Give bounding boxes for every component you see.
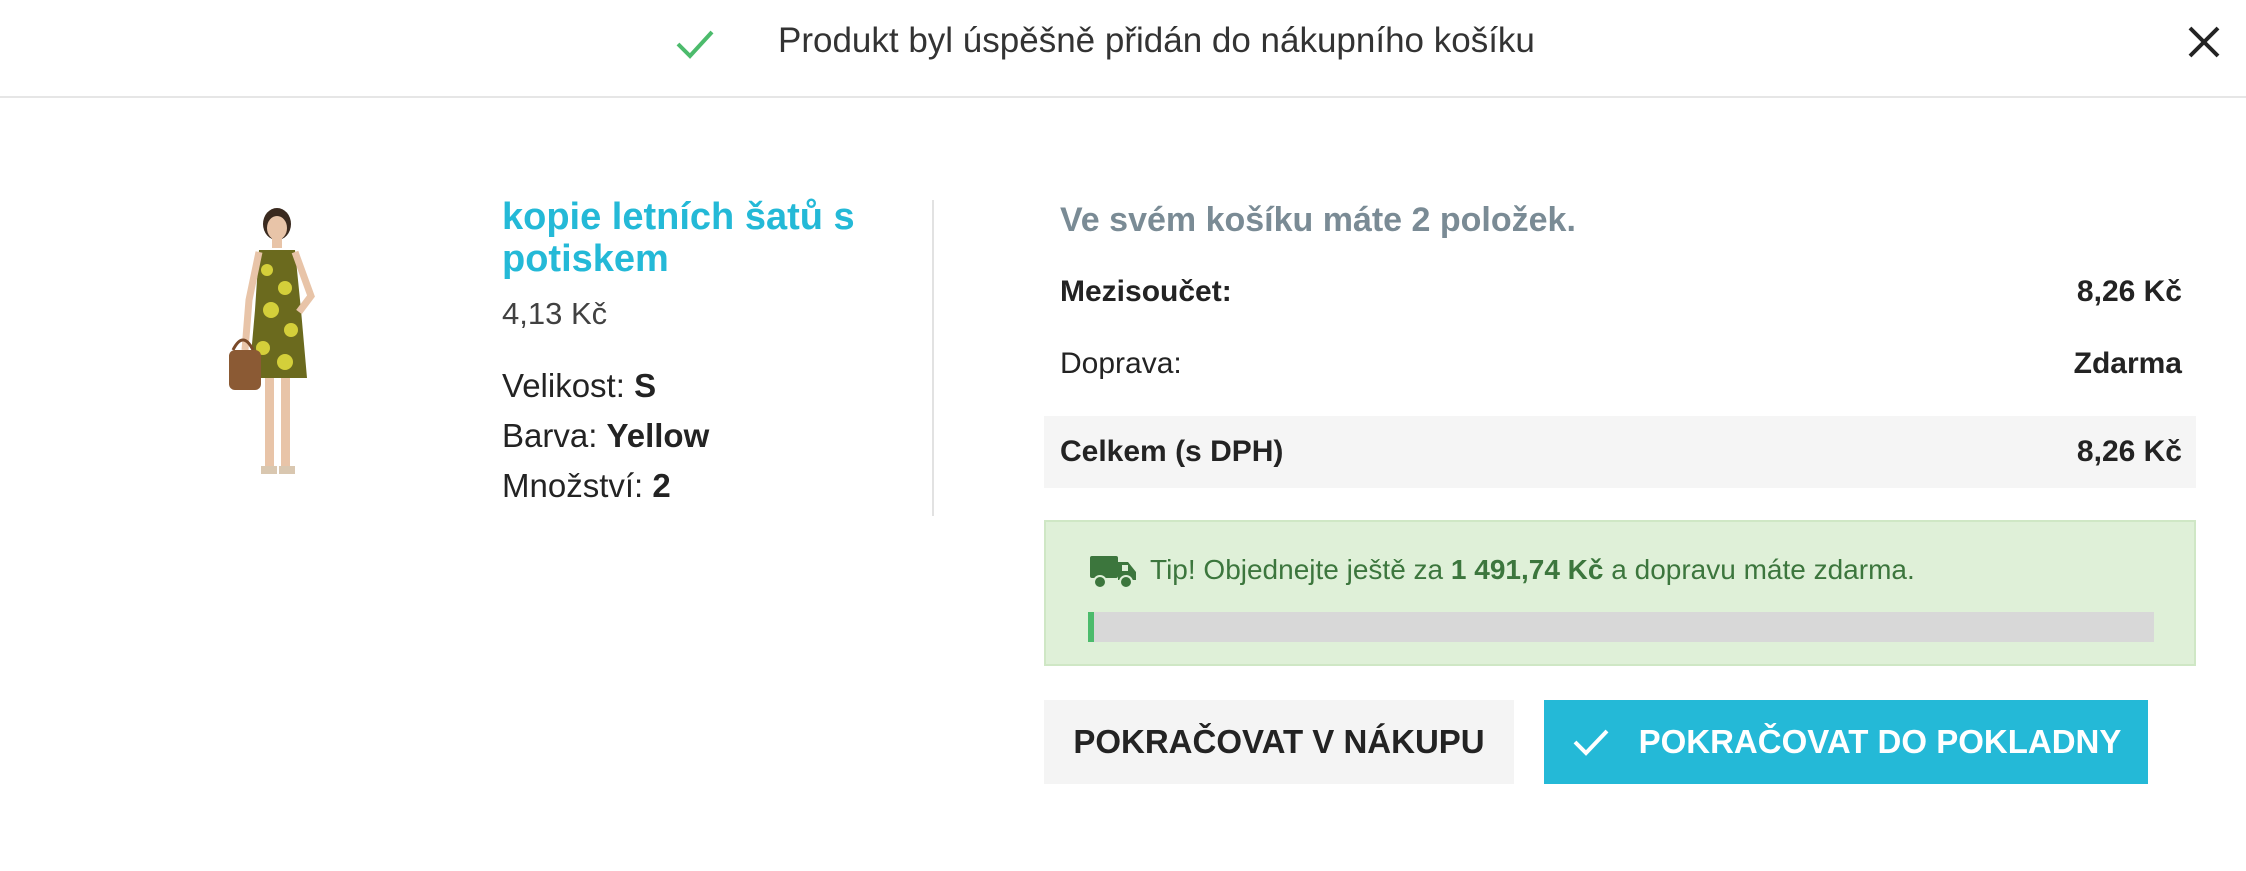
attribute-size: Velikost: S	[502, 364, 656, 408]
product-name[interactable]: kopie letních šatů s potiskem	[502, 196, 902, 280]
shipping-value: Zdarma	[2073, 347, 2182, 380]
modal-header: Produkt byl úspěšně přidán do nákupního …	[0, 0, 2246, 98]
column-divider	[932, 200, 934, 516]
check-icon	[676, 30, 714, 59]
attribute-color: Barva: Yellow	[502, 414, 709, 458]
check-icon	[1573, 729, 1609, 756]
free-shipping-progress	[1088, 612, 2154, 642]
subtotal-label: Mezisoučet:	[1060, 275, 1232, 308]
attribute-value: 2	[652, 467, 671, 504]
continue-shopping-button[interactable]: POKRAČOVAT V NÁKUPU	[1044, 700, 1514, 784]
tip-text: Tip! Objednejte ještě za 1 491,74 Kč a d…	[1150, 550, 1915, 590]
attribute-quantity: Množství: 2	[502, 464, 671, 508]
free-shipping-tip: Tip! Objednejte ještě za 1 491,74 Kč a d…	[1044, 520, 2196, 666]
continue-shopping-label: POKRAČOVAT V NÁKUPU	[1073, 723, 1485, 760]
total-label: Celkem (s DPH)	[1060, 435, 1284, 468]
tip-amount: 1 491,74 Kč	[1450, 554, 1604, 585]
close-icon[interactable]	[2184, 22, 2224, 62]
shipping-label: Doprava:	[1060, 347, 1182, 380]
checkout-label: POKRAČOVAT DO POKLADNY	[1638, 723, 2122, 760]
total-value: 8,26 Kč	[2076, 435, 2182, 468]
attribute-value: S	[634, 367, 657, 404]
product-image	[215, 200, 385, 500]
tip-suffix: a dopravu máte zdarma.	[1611, 554, 1915, 585]
attribute-label: Množství:	[502, 467, 644, 504]
tip-prefix: Tip! Objednejte ještě za	[1150, 554, 1444, 585]
progress-fill	[1088, 612, 1094, 642]
product-price: 4,13 Kč	[502, 296, 608, 331]
modal-title: Produkt byl úspěšně přidán do nákupního …	[778, 21, 1535, 60]
attribute-label: Velikost:	[502, 367, 625, 404]
attribute-label: Barva:	[502, 417, 598, 454]
truck-icon	[1090, 556, 1136, 589]
cart-count-text: Ve svém košíku máte 2 položek.	[1060, 201, 1576, 239]
checkout-button[interactable]: POKRAČOVAT DO POKLADNY	[1544, 700, 2148, 784]
subtotal-value: 8,26 Kč	[2076, 275, 2182, 308]
attribute-value: Yellow	[606, 417, 710, 454]
